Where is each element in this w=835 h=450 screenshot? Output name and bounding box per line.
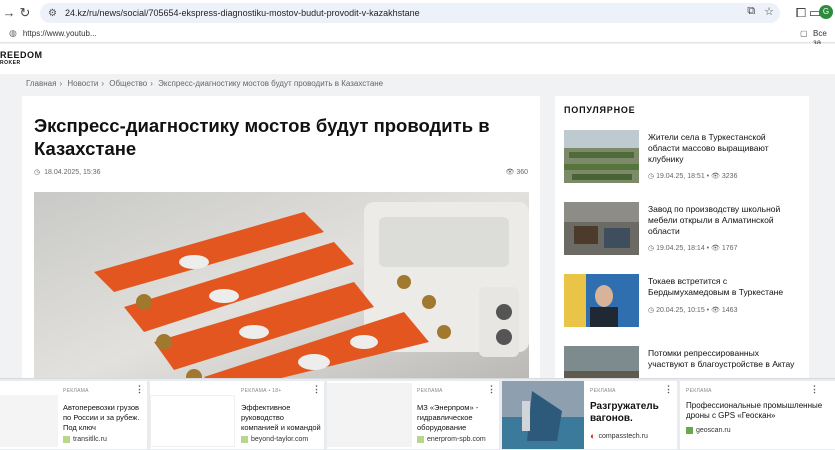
ad-text[interactable]: МЗ «Энерпром» - гидравлическое оборудова… — [417, 403, 495, 433]
popular-heading: ПОПУЛЯРНОЕ — [564, 105, 636, 115]
popular-item[interactable]: Токаев встретится с Бердымухамедовым в Т… — [564, 274, 804, 329]
clock-icon: ◷ — [34, 169, 41, 176]
popular-item-meta: ◷ 19.04.25, 18:14 • 👁 1767 — [648, 245, 738, 252]
ad-domain[interactable]: ◐ compasstech.ru — [590, 431, 648, 441]
breadcrumb-news[interactable]: Новости — [67, 79, 98, 88]
ad-card[interactable]: РЕКЛАМА • 18+ ⋮ Эффективное руководство … — [150, 381, 324, 449]
reload-icon[interactable]: ↻ — [16, 5, 34, 21]
ad-menu-icon[interactable]: ⋮ — [664, 384, 673, 395]
ad-domain[interactable]: enerprom-spb.com — [417, 436, 486, 443]
article-views-count: 360 — [516, 169, 528, 176]
freedom-broker-logo[interactable]: REEDOM ROKER — [0, 51, 43, 67]
site-header: REEDOM ROKER — [0, 44, 835, 74]
ad-card[interactable]: РЕКЛАМА ⋮ МЗ «Энерпром» - гидравлическое… — [327, 381, 499, 449]
popular-item-title[interactable]: Потомки репрессированных участвуют в бла… — [648, 348, 798, 370]
site-info-icon[interactable]: ⚙ — [48, 8, 57, 19]
popular-item-meta: ◷ 20.04.25, 10:15 • 👁 1463 — [648, 307, 738, 314]
ad-menu-icon[interactable]: ⋮ — [135, 384, 144, 395]
ad-image[interactable] — [327, 383, 412, 447]
ad-image[interactable] — [0, 395, 58, 447]
breadcrumb: Главная › Новости › Общество › Экспресс-диа… — [26, 79, 384, 88]
popular-thumbnail[interactable] — [564, 202, 639, 255]
ad-label: РЕКЛАМА — [686, 388, 712, 394]
popular-thumbnail[interactable] — [564, 274, 639, 327]
ad-label: РЕКЛАМА • 18+ — [241, 388, 282, 394]
browser-toolbar: → ↻ ⚙ 24.kz/ru/news/social/705654-ekspre… — [0, 0, 835, 25]
popular-item-meta: ◷ 19.04.25, 18:51 • 👁 3236 — [648, 173, 738, 180]
ad-card[interactable]: РЕКЛАМА ⋮ Разгружатель вагонов. ◐ compass… — [502, 381, 677, 449]
popular-item[interactable]: Жители села в Туркестанской области масс… — [564, 130, 804, 185]
bookmarks-bar: ◍ https://www.youtub... ▢ Все за — [0, 25, 835, 47]
ad-domain[interactable]: beyond-taylor.com — [241, 436, 308, 443]
ad-label: РЕКЛАМА — [590, 388, 616, 394]
ad-domain[interactable]: geoscan.ru — [686, 427, 731, 434]
popular-thumbnail[interactable] — [564, 130, 639, 183]
bookmark-item[interactable]: https://www.youtub... — [23, 29, 97, 38]
ads-bar: РЕКЛАМА ⋮ Автоперевозки грузов по России… — [0, 378, 835, 450]
breadcrumb-home[interactable]: Главная — [26, 79, 56, 88]
article-hero-image — [34, 192, 529, 392]
article-date: 18.04.2025, 15:36 — [44, 168, 101, 176]
ad-domain[interactable]: transitllc.ru — [63, 436, 107, 443]
ad-menu-icon[interactable]: ⋮ — [312, 384, 321, 395]
ad-text[interactable]: Эффективное руководство компанией и кома… — [241, 403, 321, 433]
ad-menu-icon[interactable]: ⋮ — [487, 384, 496, 395]
globe-icon: ◍ — [9, 28, 17, 38]
article-card: Экспресс-диагностику мостов будут провод… — [22, 96, 540, 396]
article-views: 👁 360 — [505, 168, 528, 176]
folder-icon: ▢ — [800, 29, 808, 38]
profile-avatar[interactable]: G — [819, 5, 833, 19]
popular-item-title[interactable]: Завод по производству школьной мебели от… — [648, 204, 798, 237]
popular-item-title[interactable]: Жители села в Туркестанской области масс… — [648, 132, 798, 165]
eye-icon: 👁 — [505, 169, 515, 176]
breadcrumb-current: Экспресс-диагностику мостов будут провод… — [158, 79, 384, 88]
article-meta: ◷ 18.04.2025, 15:36 — [34, 168, 101, 177]
bookmark-star-icon[interactable]: ☆ — [764, 5, 774, 18]
ad-text[interactable]: Автоперевозки грузов по России и за рубе… — [63, 403, 143, 433]
article-title: Экспресс-диагностику мостов будут провод… — [34, 115, 490, 159]
ad-card[interactable]: РЕКЛАМА ⋮ Профессиональные промышленные … — [680, 381, 835, 449]
ad-text[interactable]: Профессиональные промышленные дроны с GP… — [686, 401, 835, 421]
ad-image[interactable] — [150, 395, 235, 447]
popular-item-title[interactable]: Токаев встретится с Бердымухамедовым в Т… — [648, 276, 798, 298]
breadcrumb-society[interactable]: Общество — [109, 79, 147, 88]
ad-menu-icon[interactable]: ⋮ — [810, 384, 819, 395]
ad-image[interactable] — [502, 381, 584, 449]
address-bar[interactable]: ⚙ 24.kz/ru/news/social/705654-ekspress-d… — [40, 3, 780, 23]
url-text[interactable]: 24.kz/ru/news/social/705654-ekspress-dia… — [65, 8, 420, 18]
ad-text[interactable]: Разгружатель вагонов. — [590, 401, 672, 425]
popular-panel: ПОПУЛЯРНОЕ Жители села в Туркестанской о… — [555, 96, 809, 399]
ad-card[interactable]: РЕКЛАМА ⋮ Автоперевозки грузов по России… — [0, 381, 147, 449]
install-app-icon[interactable]: ⧉ — [747, 5, 755, 18]
popular-item[interactable]: Завод по производству школьной мебели от… — [564, 202, 804, 257]
ad-label: РЕКЛАМА — [417, 388, 443, 394]
ad-label: РЕКЛАМА — [63, 388, 89, 394]
